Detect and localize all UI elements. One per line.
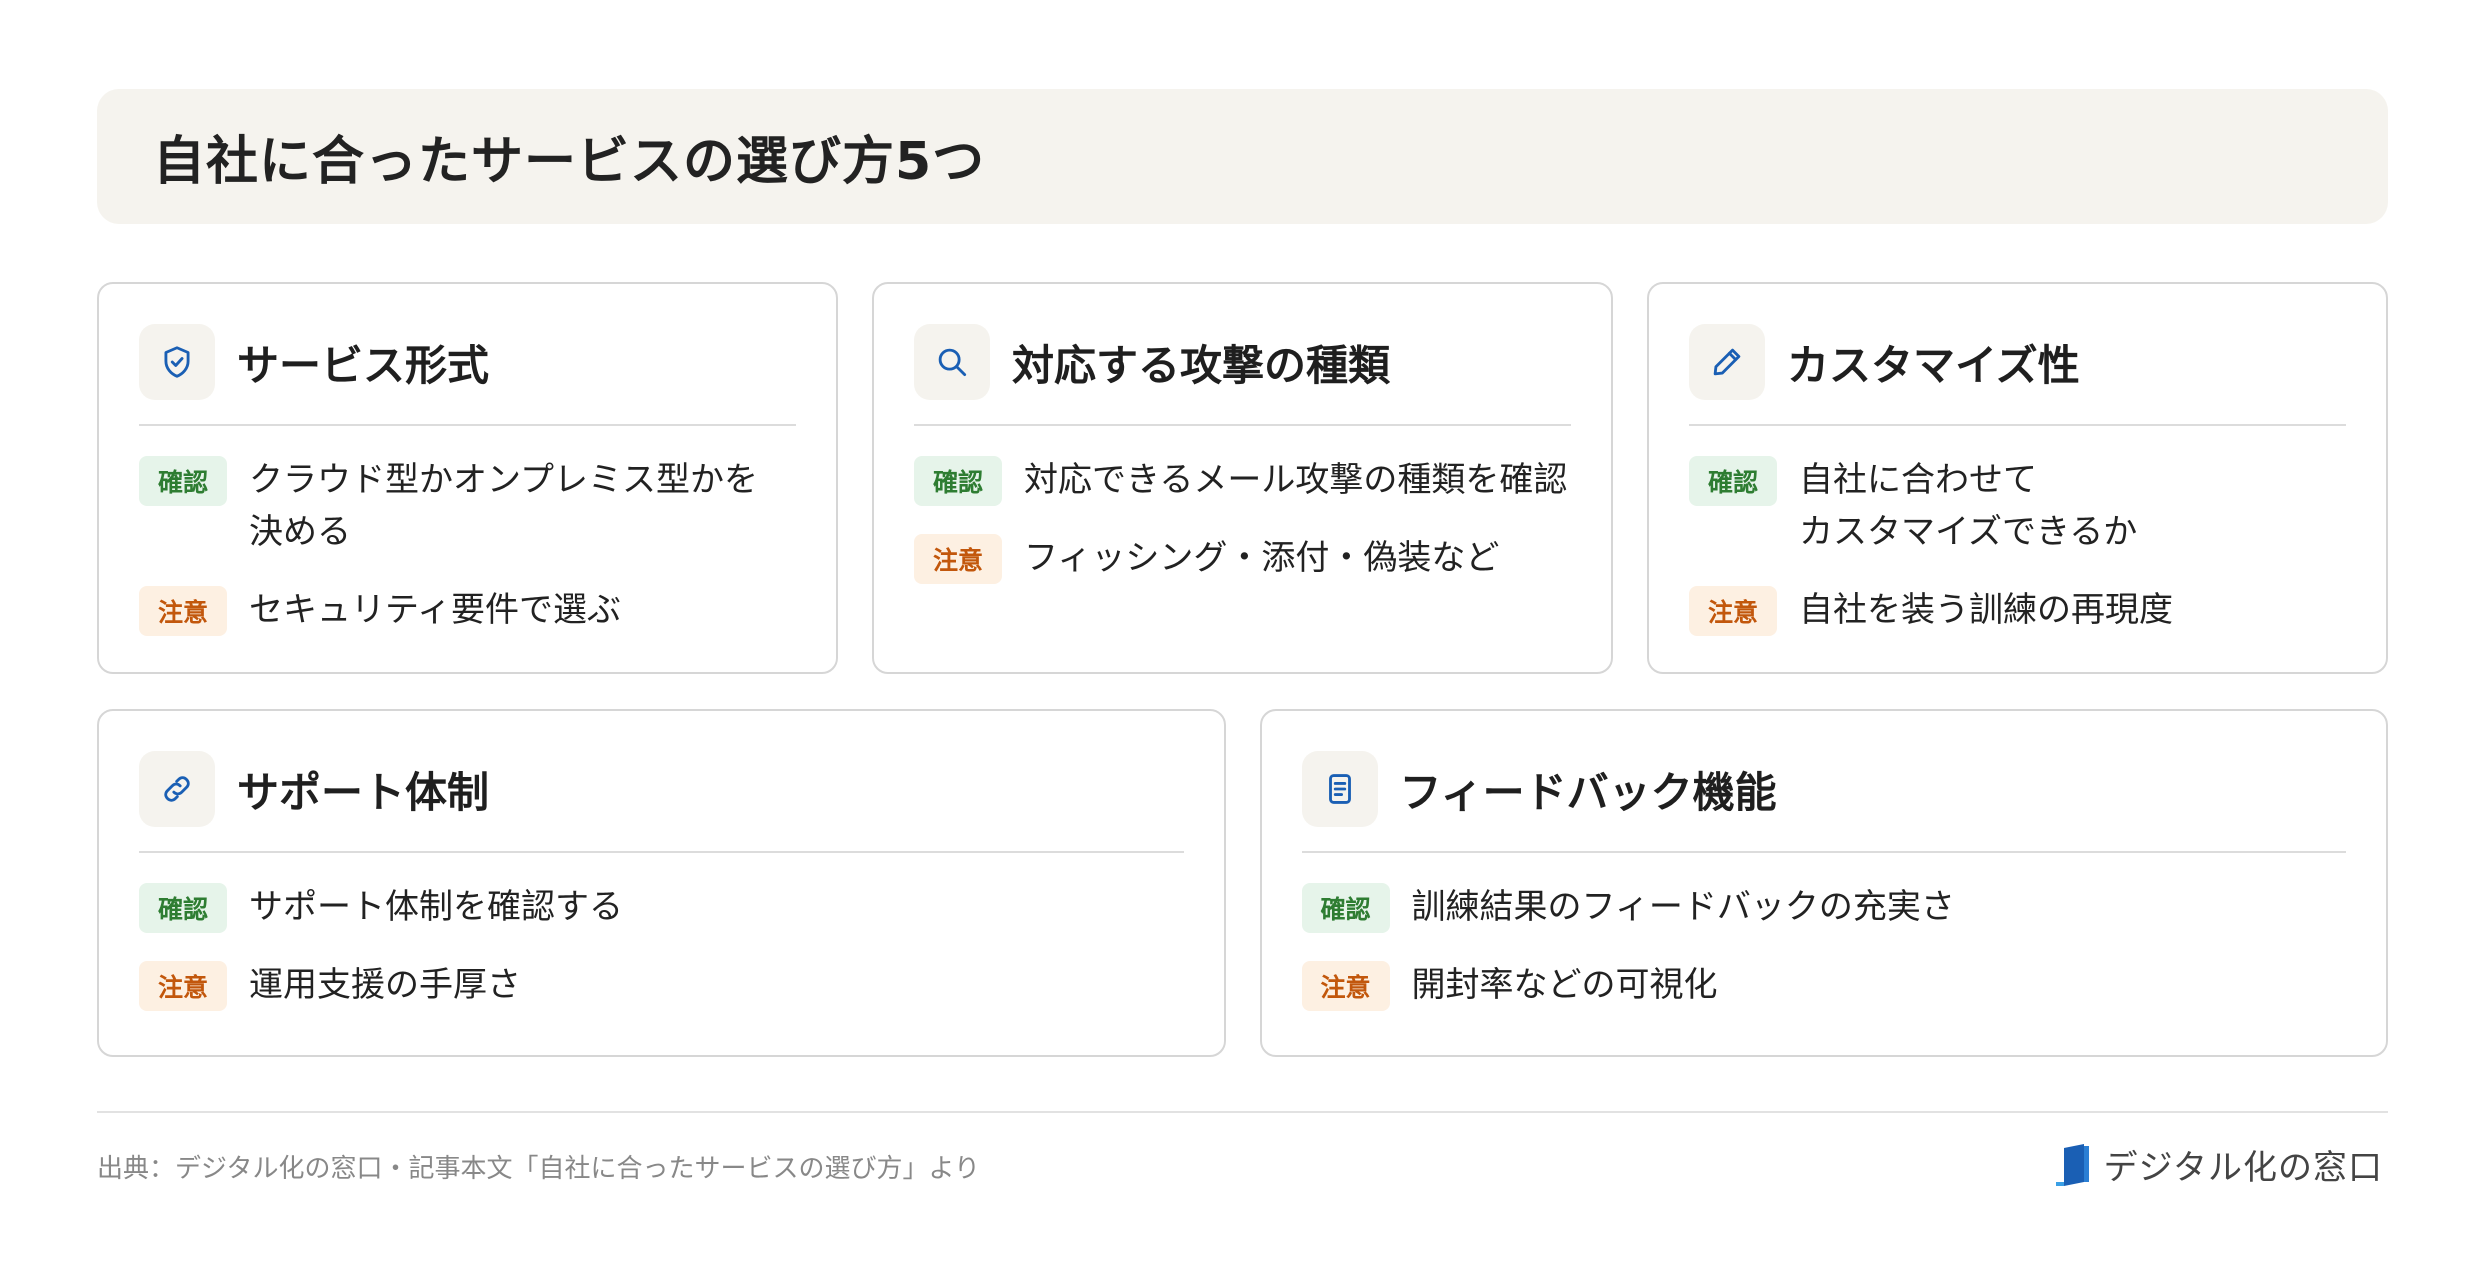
search-icon (914, 324, 990, 400)
list-item: 注意 運用支援の手厚さ (139, 959, 1184, 1011)
card-customizability: カスタマイズ性 確認 自社に合わせて カスタマイズできるか 注意 自社を装う訓練… (1647, 282, 2388, 674)
divider (139, 851, 1184, 853)
page-title: 自社に合ったサービスの選び方5つ (153, 132, 986, 192)
confirm-badge: 確認 (139, 883, 227, 933)
caution-badge: 注意 (139, 961, 227, 1011)
confirm-badge: 確認 (1689, 456, 1777, 506)
divider (139, 424, 796, 426)
card-service-format: サービス形式 確認 クラウド型かオンプレミス型かを決める 注意 セキュリティ要件… (97, 282, 838, 674)
caution-badge: 注意 (914, 534, 1002, 584)
caution-badge: 注意 (1301, 961, 1390, 1011)
list-item: 注意 自社を装う訓練の再現度 (1689, 584, 2346, 636)
item-text: フィッシング・添付・偽装など (1024, 538, 1500, 578)
link-icon (139, 751, 215, 827)
item-text: 開封率などの可視化 (1411, 965, 1718, 1005)
confirm-badge: 確認 (914, 456, 1002, 506)
caution-badge: 注意 (139, 586, 227, 636)
item-text: 訓練結果のフィードバックの充実さ (1411, 887, 1955, 927)
source-credit: 出典：デジタル化の窓口・記事本文「自社に合ったサービスの選び方」より (97, 1154, 980, 1184)
item-text: セキュリティ要件で選ぶ (249, 590, 621, 630)
cards-row-bottom: サポート体制 確認 サポート体制を確認する 注意 運用支援の手厚さ フィードバッ… (97, 709, 2388, 1057)
divider (1689, 424, 2346, 426)
cards-row-top: サービス形式 確認 クラウド型かオンプレミス型かを決める 注意 セキュリティ要件… (97, 282, 2388, 674)
list-item: 確認 クラウド型かオンプレミス型かを決める (139, 454, 796, 558)
caution-badge: 注意 (1689, 586, 1777, 636)
card-attack-types: 対応する攻撃の種類 確認 対応できるメール攻撃の種類を確認 注意 フィッシング・… (872, 282, 1613, 674)
card-support: サポート体制 確認 サポート体制を確認する 注意 運用支援の手厚さ (97, 709, 1226, 1057)
list-item: 確認 自社に合わせて カスタマイズできるか (1689, 454, 2346, 558)
divider (914, 424, 1571, 426)
document-icon (1301, 751, 1378, 827)
card-title: サービス形式 (237, 340, 490, 390)
list-item: 確認 対応できるメール攻撃の種類を確認 (914, 454, 1571, 506)
list-item: 注意 フィッシング・添付・偽装など (914, 532, 1571, 584)
list-item: 注意 開封率などの可視化 (1301, 959, 2347, 1011)
confirm-badge: 確認 (139, 456, 227, 506)
pencil-icon (1689, 324, 1765, 400)
divider (1301, 851, 2346, 853)
list-item: 確認 サポート体制を確認する (139, 881, 1184, 933)
card-title: 対応する攻撃の種類 (1012, 340, 1391, 390)
item-text: 運用支援の手厚さ (249, 965, 521, 1005)
item-text: 自社に合わせて カスタマイズできるか (1799, 460, 2138, 552)
list-item: 注意 セキュリティ要件で選ぶ (139, 584, 796, 636)
card-title: カスタマイズ性 (1787, 340, 2080, 390)
card-title: サポート体制 (237, 767, 490, 817)
shield-check-icon (139, 324, 215, 400)
card-feedback: フィードバック機能 確認 訓練結果のフィードバックの充実さ 注意 開封率などの可… (1259, 709, 2388, 1057)
list-item: 確認 訓練結果のフィードバックの充実さ (1301, 881, 2347, 933)
item-text: サポート体制を確認する (249, 887, 623, 927)
brand-name: デジタル化の窓口 (2103, 1148, 2383, 1188)
item-text: クラウド型かオンプレミス型かを決める (249, 460, 758, 552)
card-title: フィードバック機能 (1399, 767, 1777, 817)
item-text: 自社を装う訓練の再現度 (1799, 590, 2173, 630)
footer-divider (97, 1111, 2388, 1113)
brand: デジタル化の窓口 (2054, 1140, 2383, 1189)
title-bar: 自社に合ったサービスの選び方5つ (97, 89, 2388, 224)
confirm-badge: 確認 (1301, 883, 1390, 933)
brand-logo-icon (2055, 1143, 2089, 1186)
item-text: 対応できるメール攻撃の種類を確認 (1024, 460, 1568, 500)
